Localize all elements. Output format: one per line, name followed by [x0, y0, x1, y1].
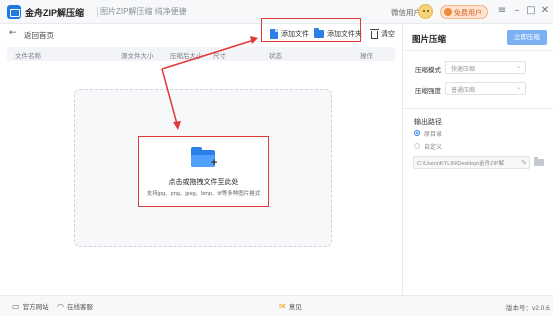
add-folder-button[interactable]: 添加文件夹: [314, 27, 362, 41]
add-file-label: 添加文件: [281, 31, 309, 38]
vip-crown-icon: [444, 8, 452, 16]
headset-icon: ◠: [57, 301, 64, 311]
output-path-value: C:\Users\KYLIN\Desktop\金舟ZIP解: [417, 161, 505, 167]
maximize-button[interactable]: □: [524, 4, 538, 18]
panel-title: 图片压缩: [412, 34, 447, 44]
app-name: 金舟ZIP解压缩: [25, 8, 85, 18]
chevron-down-icon: ⌄: [515, 63, 521, 70]
col-status: 状态: [269, 53, 282, 60]
vip-badge[interactable]: 免费用户: [440, 5, 488, 19]
compress-settings-panel: 图片压缩 立即压缩 压缩模式 快速压缩 ⌄ 压缩强度 普通压缩 ⌄ 输出路径 原…: [402, 24, 553, 295]
clear-label: 清空: [381, 31, 395, 38]
app-logo-icon: [7, 5, 21, 19]
add-file-icon: [270, 29, 278, 39]
chevron-down-icon: ⌄: [515, 84, 521, 91]
official-website-link[interactable]: ▭ 官方网站: [12, 301, 49, 312]
minimize-button[interactable]: –: [510, 4, 524, 18]
website-label: 官方网站: [22, 304, 49, 311]
radio-custom-dir[interactable]: [414, 143, 420, 149]
panel-divider: [403, 108, 553, 109]
drop-title: 点击或拖拽文件至此处: [168, 179, 239, 186]
menu-icon[interactable]: ≡: [495, 4, 509, 18]
col-source-size: 源文件大小: [121, 53, 154, 60]
col-dimensions: 尺寸: [213, 53, 226, 60]
option-source-label: 原目录: [424, 131, 443, 138]
app-tagline: 图片ZIP解压缩 纯净便捷: [100, 7, 187, 16]
mode-label: 压缩模式: [415, 67, 441, 74]
strength-value: 普通压缩: [451, 88, 476, 94]
strength-label: 压缩强度: [415, 88, 441, 95]
option-source-dir[interactable]: 原目录: [414, 128, 442, 138]
back-arrow-icon[interactable]: ←: [9, 28, 17, 38]
add-file-button[interactable]: 添加文件: [270, 27, 309, 41]
user-name[interactable]: 微信用户: [391, 7, 421, 18]
browse-folder-icon[interactable]: [534, 157, 544, 166]
file-table-header: 文件名称 源文件大小 压缩后大小 尺寸 状态 操作: [7, 47, 395, 61]
radio-source-dir[interactable]: [414, 130, 420, 136]
col-file-name: 文件名称: [15, 53, 41, 60]
panel-divider: [403, 50, 553, 51]
monitor-icon: ▭: [12, 301, 20, 311]
service-label: 在线客服: [66, 304, 93, 311]
output-path-field[interactable]: C:\Users\KYLIN\Desktop\金舟ZIP解 ✎: [413, 156, 530, 169]
feedback-label: 意见: [288, 304, 302, 311]
back-home-link[interactable]: 返回首页: [24, 30, 54, 41]
trash-icon: [370, 29, 379, 39]
version-label: 版本号：v2.0.6: [506, 305, 550, 312]
add-folder-icon: [314, 28, 324, 38]
mode-value: 快速压缩: [451, 67, 476, 73]
output-path-title: 输出路径: [414, 119, 442, 126]
file-toolbar: ← 返回首页 添加文件 添加文件夹 清空: [0, 24, 402, 44]
avatar[interactable]: [418, 4, 433, 19]
feedback-icon: ✉: [279, 301, 286, 311]
drop-upload-card[interactable]: + 点击或拖拽文件至此处 支持jpg、png、jpeg、bmp、tif等多种图片…: [138, 136, 269, 207]
compress-now-button[interactable]: 立即压缩: [507, 30, 547, 45]
feedback-link[interactable]: ✉ 意见: [279, 301, 302, 312]
add-folder-label: 添加文件夹: [327, 31, 362, 38]
drop-subtitle: 支持jpg、png、jpeg、bmp、tif等多种图片格式: [146, 191, 261, 197]
close-button[interactable]: ✕: [538, 4, 552, 18]
status-bar: ▭ 官方网站 ◠ 在线客服 ✉ 意见 版本号：v2.0.6: [0, 295, 553, 316]
strength-select[interactable]: 普通压缩 ⌄: [445, 82, 526, 95]
col-compressed-size: 压缩后大小: [170, 53, 203, 60]
title-bar: 金舟ZIP解压缩 图片ZIP解压缩 纯净便捷 微信用户 免费用户 ≡ – □ ✕: [0, 0, 553, 24]
col-actions: 操作: [360, 53, 373, 60]
upload-folder-icon: +: [191, 147, 217, 169]
option-custom-label: 自定义: [424, 144, 443, 151]
edit-icon[interactable]: ✎: [521, 159, 527, 167]
option-custom-dir[interactable]: 自定义: [414, 141, 442, 151]
title-divider: [97, 7, 98, 17]
clear-button[interactable]: 清空: [370, 27, 395, 41]
vip-label: 免费用户: [454, 10, 482, 17]
mode-select[interactable]: 快速压缩 ⌄: [445, 61, 526, 74]
online-service-link[interactable]: ◠ 在线客服: [57, 301, 93, 312]
